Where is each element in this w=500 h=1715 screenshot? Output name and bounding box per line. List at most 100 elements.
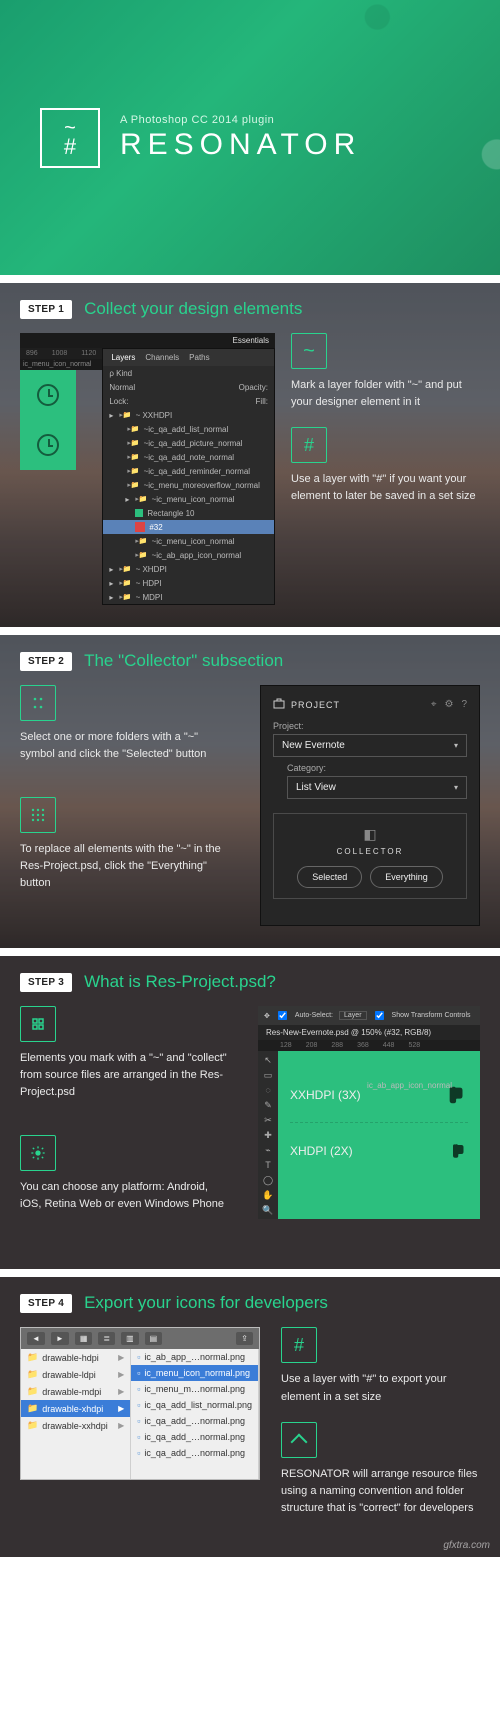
folder-row[interactable]: 📁drawable-hdpi▶: [21, 1349, 130, 1366]
tool-icon[interactable]: 🔍: [262, 1205, 273, 1215]
step-pill: STEP 4: [20, 1294, 72, 1313]
image-file-icon: ▫: [137, 1432, 140, 1442]
layer-name: ~ic_menu_icon_normal: [152, 495, 235, 504]
view-cover-button[interactable]: ▤: [145, 1332, 163, 1345]
layer-name: Rectangle 10: [147, 509, 194, 518]
everything-button[interactable]: Everything: [370, 866, 443, 888]
density-label: XXHDPI (3X): [290, 1088, 361, 1102]
folder-row[interactable]: 📁drawable-xhdpi▶: [21, 1400, 130, 1417]
layer-icon: ▸📁: [127, 481, 139, 489]
layer-row[interactable]: Rectangle 10: [103, 506, 274, 520]
folder-row[interactable]: 📁drawable-mdpi▶: [21, 1383, 130, 1400]
options-bar[interactable]: ✥ Auto-Select: Layer Show Transform Cont…: [258, 1006, 480, 1025]
layer-name: ~ XXHDPI: [136, 411, 173, 420]
opt-label: Show Transform Controls: [392, 1012, 471, 1019]
layer-row[interactable]: ▸📁~ic_qa_add_picture_normal: [103, 436, 274, 450]
evernote-icon: [450, 1142, 468, 1160]
file-row[interactable]: ▫ic_ab_app_…normal.png: [131, 1349, 258, 1365]
document-tab[interactable]: Res-New-Evernote.psd @ 150% (#32, RGB/8): [258, 1025, 480, 1040]
help-icon[interactable]: ?: [461, 699, 467, 710]
folder-name: drawable-hdpi: [42, 1353, 99, 1363]
file-row[interactable]: ▫ic_qa_add_list_normal.png: [131, 1397, 258, 1413]
finder-toolbar[interactable]: ◄ ► ▦ ≣ ▥ ▤ ⇪: [21, 1328, 259, 1349]
tool-icon[interactable]: ✎: [264, 1100, 272, 1110]
step-pill: STEP 2: [20, 652, 72, 671]
tool-icon[interactable]: ✂: [264, 1115, 272, 1125]
tip-text: You can choose any platform: Android, iO…: [20, 1179, 230, 1213]
folder-column[interactable]: 📁drawable-hdpi▶📁drawable-ldpi▶📁drawable-…: [21, 1349, 131, 1479]
forward-button[interactable]: ►: [51, 1332, 69, 1345]
share-button[interactable]: ⇪: [236, 1332, 253, 1345]
selected-button[interactable]: Selected: [297, 866, 362, 888]
tool-icon[interactable]: ↖: [264, 1055, 272, 1065]
tool-icon[interactable]: ✚: [264, 1130, 272, 1140]
layer-row[interactable]: ▸📁~ic_menu_icon_normal: [103, 534, 274, 548]
dropdown-value: List View: [296, 782, 336, 793]
tool-icon[interactable]: ◌: [265, 1085, 270, 1095]
clock-icon: [37, 384, 59, 406]
tool-icon[interactable]: ✋: [262, 1190, 273, 1200]
category-dropdown[interactable]: List View ▾: [287, 776, 467, 799]
clock-icon: [37, 434, 59, 456]
tab-paths[interactable]: Paths: [189, 353, 209, 362]
folder-name: drawable-xxhdpi: [42, 1421, 108, 1431]
layer-row[interactable]: ▸▸📁~ic_menu_icon_normal: [103, 492, 274, 506]
canvas-label: ic_menu_icon_normal: [20, 359, 102, 370]
show-transform-checkbox[interactable]: [374, 1011, 383, 1020]
back-button[interactable]: ◄: [27, 1332, 45, 1345]
layer-row[interactable]: ▸▸📁~ XXHDPI: [103, 408, 274, 422]
project-dropdown[interactable]: New Evernote ▾: [273, 734, 467, 757]
view-list-button[interactable]: ≣: [98, 1332, 115, 1345]
layer-row[interactable]: ▸📁~ic_qa_add_reminder_normal: [103, 464, 274, 478]
chevron-down-icon: ▾: [454, 741, 458, 750]
step-pill: STEP 3: [20, 973, 72, 992]
ruler-tick: 896: [26, 350, 38, 357]
tool-icon[interactable]: ⌁: [265, 1145, 270, 1155]
auto-select-checkbox[interactable]: [278, 1011, 287, 1020]
folder-row[interactable]: 📁drawable-xxhdpi▶: [21, 1417, 130, 1434]
layer-row[interactable]: ▸📁~ic_qa_add_note_normal: [103, 450, 274, 464]
bug-icon[interactable]: ⌖: [431, 699, 437, 710]
project-label: Project:: [273, 721, 467, 731]
layer-row[interactable]: ▸▸📁~ MDPI: [103, 590, 274, 604]
finder-window[interactable]: ◄ ► ▦ ≣ ▥ ▤ ⇪ 📁drawable-hdpi▶📁drawable-l…: [20, 1327, 260, 1480]
file-column[interactable]: ▫ic_ab_app_…normal.png▫ic_menu_icon_norm…: [131, 1349, 259, 1479]
filter-kind[interactable]: ρ Kind: [109, 369, 132, 378]
view-col-button[interactable]: ▥: [121, 1332, 139, 1345]
file-name: ic_qa_add_list_normal.png: [144, 1400, 252, 1410]
panel-title: PROJECT: [291, 700, 340, 710]
hash-icon: #: [281, 1327, 317, 1363]
opt-value[interactable]: Layer: [339, 1011, 367, 1020]
layer-row[interactable]: ▸▸📁~ XHDPI: [103, 562, 274, 576]
resonator-panel[interactable]: PROJECT ⌖ ⚙ ? Project: New Evernote ▾: [260, 685, 480, 926]
layers-panel[interactable]: Layers Channels Paths ρ Kind NormalOpaci…: [102, 348, 275, 605]
file-row[interactable]: ▫ic_qa_add_…normal.png: [131, 1445, 258, 1461]
gear-icon[interactable]: ⚙: [444, 699, 453, 710]
disclosure-icon: ▸: [109, 565, 115, 574]
hash-icon: #: [291, 427, 327, 463]
file-row[interactable]: ▫ic_qa_add_…normal.png: [131, 1413, 258, 1429]
blend-mode[interactable]: Normal: [109, 383, 135, 392]
folder-row[interactable]: 📁drawable-ldpi▶: [21, 1366, 130, 1383]
file-row[interactable]: ▫ic_qa_add_…normal.png: [131, 1429, 258, 1445]
tool-icon[interactable]: ◯: [263, 1175, 273, 1185]
step-4: STEP 4 Export your icons for developers …: [0, 1277, 500, 1557]
layer-row[interactable]: ▸📁~ic_qa_add_list_normal: [103, 422, 274, 436]
canvas[interactable]: ic_ab_app_icon_normal XXHDPI (3X) XHDPI …: [278, 1051, 480, 1219]
tool-icon[interactable]: T: [265, 1160, 271, 1170]
file-row[interactable]: ▫ic_menu_m…normal.png: [131, 1381, 258, 1397]
layer-row[interactable]: #32: [103, 520, 274, 534]
tab-layers[interactable]: Layers: [111, 353, 135, 362]
tip-text: RESONATOR will arrange resource files us…: [281, 1466, 480, 1517]
toolbar[interactable]: ↖ ▭ ◌ ✎ ✂ ✚ ⌁ T ◯ ✋ 🔍: [258, 1051, 278, 1219]
layer-name: ~ic_menu_moreoverflow_normal: [144, 481, 260, 490]
layer-row[interactable]: ▸📁~ic_ab_app_icon_normal: [103, 548, 274, 562]
file-row[interactable]: ▫ic_menu_icon_normal.png: [131, 1365, 258, 1381]
layer-row[interactable]: ▸📁 ~ic_menu_moreoverflow_normal: [103, 478, 274, 492]
tab-channels[interactable]: Channels: [145, 353, 179, 362]
layer-row[interactable]: ▸▸📁~ HDPI: [103, 576, 274, 590]
chevron-right-icon: ▶: [118, 1387, 124, 1396]
tip-text: Use a layer with "#" if you want your el…: [291, 471, 480, 505]
view-icon-button[interactable]: ▦: [75, 1332, 93, 1345]
tool-icon[interactable]: ▭: [264, 1070, 273, 1080]
